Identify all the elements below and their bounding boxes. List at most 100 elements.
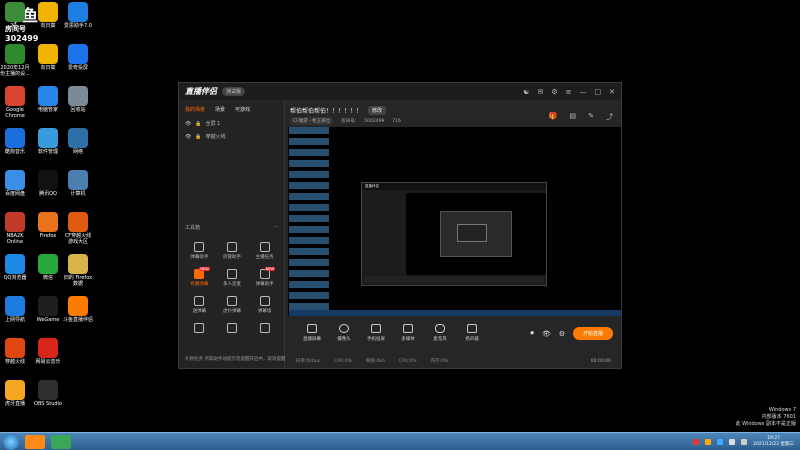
scene-item[interactable]: 👁 🔒 全屏 1 [179, 117, 284, 130]
eye-icon[interactable]: 👁 [185, 121, 191, 127]
mail-icon[interactable]: ✉ [537, 88, 543, 96]
desktop-icon[interactable]: 旧的 Firefox 数据 [63, 254, 93, 287]
desktop-icon[interactable]: 百度网盘 [0, 170, 30, 197]
lock-icon[interactable]: 🔒 [195, 121, 201, 127]
desktop-icon[interactable]: Firefox [33, 212, 63, 239]
desktop-icon[interactable]: 上网导航 [0, 296, 30, 323]
desktop-icon[interactable]: 虎牙直播 [0, 380, 30, 407]
speaker-button[interactable]: 扬声器 [456, 324, 488, 342]
desktop-icon[interactable]: 网易云音乐 [33, 338, 63, 365]
main-panel: 帮伯帮伯帮伯！！！！！！ 修改 CF端游 - 枪王排位 房间号: 5002499… [286, 100, 621, 368]
toolbox-item[interactable]: 弹幕墙 [248, 294, 281, 316]
record-icon[interactable]: ⏺ [530, 329, 534, 338]
toolbox-item[interactable]: 弹幕助手 [183, 240, 216, 262]
tool-label: 主播任务 [255, 255, 274, 260]
start-button[interactable] [3, 433, 19, 450]
version-pill[interactable]: 测试版 [222, 87, 246, 96]
camera-button[interactable]: 摄像头 [328, 324, 360, 342]
minimize-icon[interactable]: — [580, 88, 587, 96]
tray-icon[interactable] [693, 438, 700, 445]
desktop-icon[interactable]: 向日葵 [33, 44, 63, 71]
desktop-icon[interactable]: 软件管理 [33, 128, 63, 155]
lock-icon[interactable]: 🔒 [195, 134, 201, 140]
toolbox-item[interactable]: 房管助手 [216, 240, 249, 262]
microphone-button[interactable]: 麦克风 [424, 324, 456, 342]
desktop-icon[interactable]: NBA2K Online [0, 212, 30, 245]
preview-desktop-icons [289, 127, 329, 316]
more-icon[interactable]: ⋯ [273, 224, 278, 231]
tray-icon[interactable] [717, 438, 724, 445]
status-mem: 内存:0% [430, 359, 449, 364]
volume-icon[interactable] [741, 438, 748, 445]
desktop-icon[interactable]: 酷狗音乐 [0, 128, 30, 155]
toolbox-item[interactable] [216, 321, 249, 343]
tray-icon[interactable] [705, 438, 712, 445]
store-icon[interactable]: ▤ [570, 112, 577, 122]
toolbox-item[interactable]: 有趣弹幕 NEW [183, 267, 216, 289]
tool-icon [226, 242, 237, 252]
share-icon[interactable]: ⤴ [606, 112, 613, 122]
taskbar-app-wechat[interactable] [51, 434, 71, 449]
skin-icon[interactable]: ☯ [523, 88, 529, 96]
category-pill[interactable]: CF端游 - 枪王排位 [290, 117, 334, 125]
desktop-icon[interactable]: 爱思助手7.0 [63, 2, 93, 29]
menu-icon[interactable]: ≡ [566, 88, 572, 96]
desktop-icon[interactable]: 斗鱼直播伴侣 [63, 296, 93, 323]
gift-icon[interactable]: 🎁 [549, 112, 558, 122]
tab-scenes[interactable]: 场景 [215, 106, 225, 113]
toolbox-item[interactable]: 虎扑弹幕 [216, 294, 249, 316]
app-icon [38, 380, 58, 400]
desktop-icon[interactable]: CF穿越火线 游戏大区 [63, 212, 93, 245]
tool-icon [226, 323, 237, 333]
stream-preview[interactable]: 直播伴侣 [288, 127, 621, 316]
app-icon [5, 128, 25, 148]
desktop-icon[interactable]: WeGame [33, 296, 63, 323]
os-genuine-notice: 此 Windows 副本不是正版 [735, 421, 797, 427]
network-icon[interactable] [729, 438, 736, 445]
desktop-icon[interactable]: 回收站 [63, 86, 93, 113]
desktop-icon[interactable]: 网络 [63, 128, 93, 155]
toolbox-item[interactable] [183, 321, 216, 343]
toolbox-item[interactable]: 弹幕助手 NEW [248, 267, 281, 289]
desktop-icon[interactable]: 腾讯QQ [33, 170, 63, 197]
desktop-icon[interactable]: 电脑管家 [33, 86, 63, 113]
screen-capture-button[interactable]: 直播屏幕 [296, 324, 328, 342]
scene-item[interactable]: 👁 🔒 穿越火线 [179, 130, 284, 143]
desktop-icon[interactable]: OBS Studio [33, 380, 63, 407]
toolbox-item[interactable]: 多人连麦 [216, 267, 249, 289]
eye-icon[interactable]: 👁 [542, 330, 551, 338]
desktop-icon[interactable]: 爱奇投屏 [63, 44, 93, 71]
start-live-button[interactable]: 开始直播 [572, 327, 613, 340]
tool-icon [194, 296, 205, 306]
close-icon[interactable]: ✕ [609, 88, 615, 96]
phone-icon [371, 324, 381, 333]
desktop-icon-label: QQ浏览器 [3, 275, 27, 281]
desktop-icon[interactable]: 20.. [0, 2, 30, 29]
toolbox-item[interactable]: 主播任务 [248, 240, 281, 262]
phone-cast-button[interactable]: 手机投屏 [360, 324, 392, 342]
edit-title-button[interactable]: 修改 [368, 106, 387, 115]
media-button[interactable]: 多媒体 [392, 324, 424, 342]
toolbox-item[interactable] [248, 321, 281, 343]
desktop-icon[interactable]: 穿越火线 [0, 338, 30, 365]
settings-icon[interactable]: ⚙ [551, 88, 557, 96]
gear-icon[interactable]: ⚙ [559, 330, 565, 338]
taskbar-clock[interactable]: 19:27 2021/12/22 星期三 [753, 436, 794, 448]
desktop-icon[interactable]: QQ浏览器 [0, 254, 30, 281]
tab-my-scenes[interactable]: 我的场景 [185, 106, 205, 113]
desktop-icon[interactable]: 向日葵 [33, 2, 63, 29]
taskbar-app-douyu[interactable] [25, 434, 45, 449]
status-cpu2: CPU:0% [398, 358, 417, 364]
desktop-icon-label: 百度网盘 [4, 191, 25, 197]
desktop-icon[interactable]: 微信 [33, 254, 63, 281]
desktop-icon[interactable]: 计算机 [63, 170, 93, 197]
eye-icon[interactable]: 👁 [185, 134, 191, 140]
desktop-icon[interactable] [63, 338, 93, 359]
toolbox-item[interactable]: 送弹幕 [183, 294, 216, 316]
tab-games[interactable]: 可游戏 [235, 106, 250, 113]
maximize-icon[interactable]: □ [595, 88, 602, 96]
desktop-icon[interactable]: 2020年12月 份主播的设... [0, 44, 30, 77]
desktop-icon[interactable]: Google Chrome [0, 86, 30, 119]
app-icon [68, 170, 88, 190]
tool-icon[interactable]: ✎ [588, 112, 594, 122]
